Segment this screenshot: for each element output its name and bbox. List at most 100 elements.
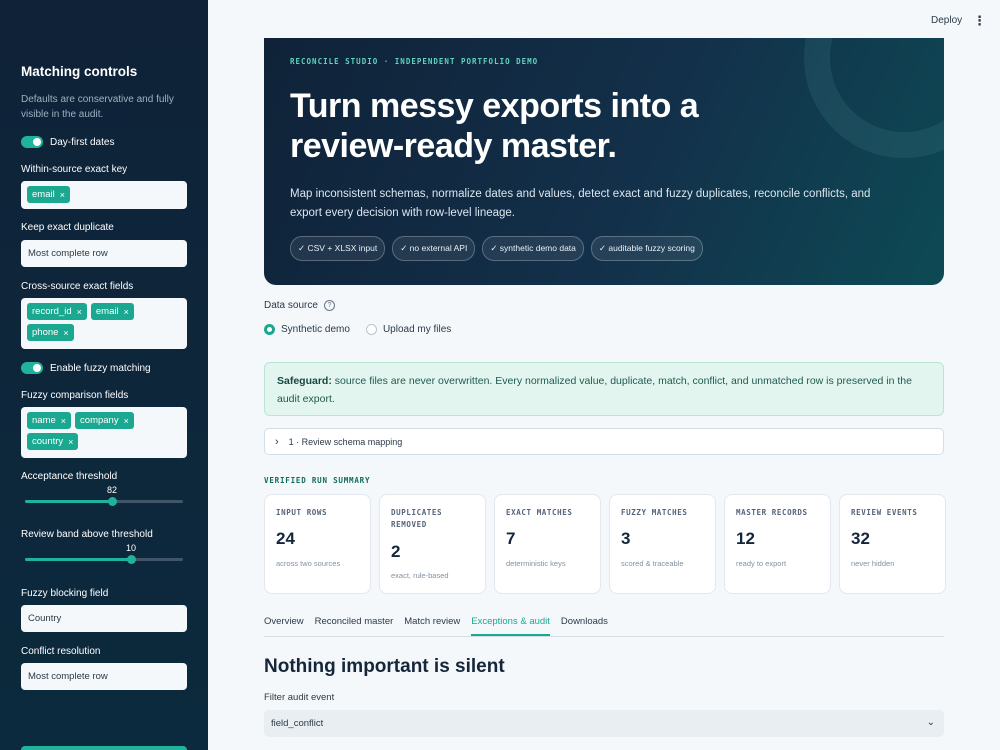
chip-label: company: [80, 415, 119, 426]
close-icon[interactable]: ×: [63, 328, 68, 338]
sidebar-description: Defaults are conservative and fully visi…: [21, 94, 174, 120]
keep-duplicate-value: Most complete row: [28, 248, 108, 259]
field-chip[interactable]: company ×: [75, 412, 134, 429]
safeguard-callout: Safeguard: source files are never overwr…: [264, 362, 944, 416]
fuzzy-fields-multiselect[interactable]: name × company × country ×: [21, 407, 187, 458]
fuzzy-toggle[interactable]: [21, 362, 43, 374]
card-label: INPUT ROWS: [276, 508, 328, 517]
review-band-slider-handle[interactable]: [127, 555, 136, 564]
day-first-toggle[interactable]: [21, 136, 43, 148]
close-icon[interactable]: ×: [61, 416, 66, 426]
feature-pill: ✓ auditable fuzzy scoring: [590, 236, 703, 261]
fuzzy-toggle-label: Enable fuzzy matching: [50, 362, 151, 374]
conflict-select[interactable]: Most complete row: [21, 663, 187, 690]
card-label: REVIEW EVENTS: [851, 508, 918, 517]
card-value: 7: [506, 529, 516, 548]
data-source-option[interactable]: Upload my files: [365, 324, 451, 335]
card-subtext: deterministic keys: [506, 559, 566, 568]
filter-audit-select[interactable]: field_conflict ⌄: [264, 710, 944, 737]
card-value: 2: [391, 542, 401, 561]
blocking-select[interactable]: Country: [21, 605, 187, 632]
help-icon[interactable]: ?: [323, 300, 335, 311]
card-subtext: exact, rule-based: [391, 571, 449, 580]
main-tabs: Overview Reconciled master Match review Exc…: [264, 616, 944, 637]
tab-match-review[interactable]: Match review: [404, 616, 460, 636]
card-subtext: ready to export: [736, 559, 787, 568]
review-band-value: 10: [126, 543, 137, 553]
blocking-value: Country: [28, 613, 62, 624]
field-chip[interactable]: record_id ×: [27, 303, 87, 320]
sidebar-title: Matching controls: [21, 64, 138, 79]
summary-card: FUZZY MATCHES 3 scored & traceable: [609, 494, 716, 594]
tab-reconciled-master[interactable]: Reconciled master: [315, 616, 394, 636]
data-source-option[interactable]: Synthetic demo: [264, 324, 350, 335]
field-chip[interactable]: country ×: [27, 433, 79, 450]
sidebar: Matching controls Defaults are conservat…: [0, 0, 208, 750]
schema-mapping-expander[interactable]: › 1 · Review schema mapping: [264, 428, 944, 455]
hero-body: Map inconsistent schemas, normalize date…: [290, 188, 871, 219]
summary-card: REVIEW EVENTS 32 never hidden: [839, 494, 946, 594]
field-chip[interactable]: name ×: [27, 412, 72, 429]
field-chip[interactable]: email ×: [27, 186, 70, 203]
safeguard-text: source files are never overwritten. Ever…: [277, 375, 912, 405]
radio-icon[interactable]: [264, 324, 275, 335]
field-chip[interactable]: phone ×: [27, 324, 74, 341]
review-band-slider[interactable]: [25, 555, 183, 564]
close-icon[interactable]: ×: [60, 190, 65, 200]
tab-exceptions-audit[interactable]: Exceptions & audit: [471, 616, 550, 636]
data-source-label: Data source ?: [264, 300, 335, 311]
hero-pills: ✓ CSV + XLSX input ✓ no external API ✓ syn…: [290, 236, 703, 261]
card-label: FUZZY MATCHES: [621, 508, 688, 517]
feature-pill: ✓ CSV + XLSX input: [290, 236, 386, 261]
summary-cards: INPUT ROWS 24 across two sources DUPLICATES…: [264, 494, 946, 594]
summary-title: VERIFIED RUN SUMMARY: [264, 476, 371, 485]
keep-duplicate-label: Keep exact duplicate: [21, 222, 114, 233]
safeguard-bold: Safeguard:: [277, 375, 332, 387]
acceptance-slider-handle[interactable]: [108, 497, 117, 506]
close-icon[interactable]: ×: [77, 307, 82, 317]
chip-label: record_id: [32, 306, 72, 317]
chip-label: phone: [32, 327, 59, 338]
data-source-radio-group: Synthetic demo Upload my files: [264, 324, 451, 335]
fuzzy-fields-label: Fuzzy comparison fields: [21, 390, 129, 401]
close-icon[interactable]: ×: [68, 437, 73, 447]
keep-duplicate-select[interactable]: Most complete row: [21, 240, 187, 267]
summary-card: INPUT ROWS 24 across two sources: [264, 494, 371, 594]
cross-source-multiselect[interactable]: record_id × email × phone ×: [21, 298, 187, 349]
acceptance-label: Acceptance threshold: [21, 471, 118, 482]
acceptance-slider-fill: [25, 500, 112, 503]
fuzzy-toggle-row[interactable]: Enable fuzzy matching: [21, 362, 151, 374]
feature-pill: ✓ synthetic demo data: [482, 236, 584, 261]
sidebar-run-button[interactable]: [21, 746, 187, 750]
summary-card: EXACT MATCHES 7 deterministic keys: [494, 494, 601, 594]
card-value: 24: [276, 529, 295, 548]
card-label: DUPLICATES REMOVED: [391, 508, 443, 529]
within-source-multiselect[interactable]: email ×: [21, 181, 187, 209]
chip-label: email: [95, 306, 119, 317]
chevron-right-icon: ›: [275, 435, 279, 448]
radio-icon[interactable]: [365, 324, 377, 335]
close-icon[interactable]: ×: [124, 416, 129, 426]
within-source-label: Within-source exact key: [21, 164, 128, 175]
summary-card: DUPLICATES REMOVED 2 exact, rule-based: [379, 494, 486, 594]
day-first-label: Day-first dates: [50, 136, 115, 148]
card-subtext: across two sources: [276, 559, 341, 568]
cross-source-label: Cross-source exact fields: [21, 281, 134, 292]
deploy-button[interactable]: Deploy: [931, 15, 962, 26]
kebab-icon[interactable]: ⋮: [973, 13, 986, 29]
close-icon[interactable]: ×: [124, 307, 129, 317]
summary-card: MASTER RECORDS 12 ready to export: [724, 494, 831, 594]
tab-downloads[interactable]: Downloads: [561, 616, 608, 636]
feature-pill: ✓ no external API: [392, 236, 476, 261]
chip-label: email: [32, 189, 55, 200]
tab-overview[interactable]: Overview: [264, 616, 304, 636]
data-source-text: Data source: [264, 300, 318, 311]
review-band-slider-fill: [25, 558, 131, 561]
acceptance-slider[interactable]: [25, 497, 183, 506]
chip-label: name: [32, 415, 56, 426]
acceptance-value: 82: [107, 485, 118, 495]
field-chip[interactable]: email ×: [90, 303, 134, 320]
expander-label: 1 · Review schema mapping: [288, 436, 403, 447]
conflict-label: Conflict resolution: [21, 646, 101, 657]
day-first-toggle-row[interactable]: Day-first dates: [21, 136, 114, 148]
